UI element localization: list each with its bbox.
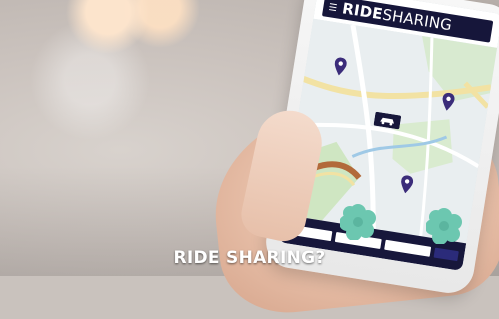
- caption: RIDE SHARING?: [173, 248, 326, 268]
- flower-badge-icon: [340, 204, 376, 240]
- menu-icon[interactable]: [329, 2, 338, 11]
- brand-prefix: RIDE: [341, 0, 384, 24]
- flower-badge-icon: [426, 208, 462, 244]
- brand-suffix: SHARING: [381, 5, 454, 35]
